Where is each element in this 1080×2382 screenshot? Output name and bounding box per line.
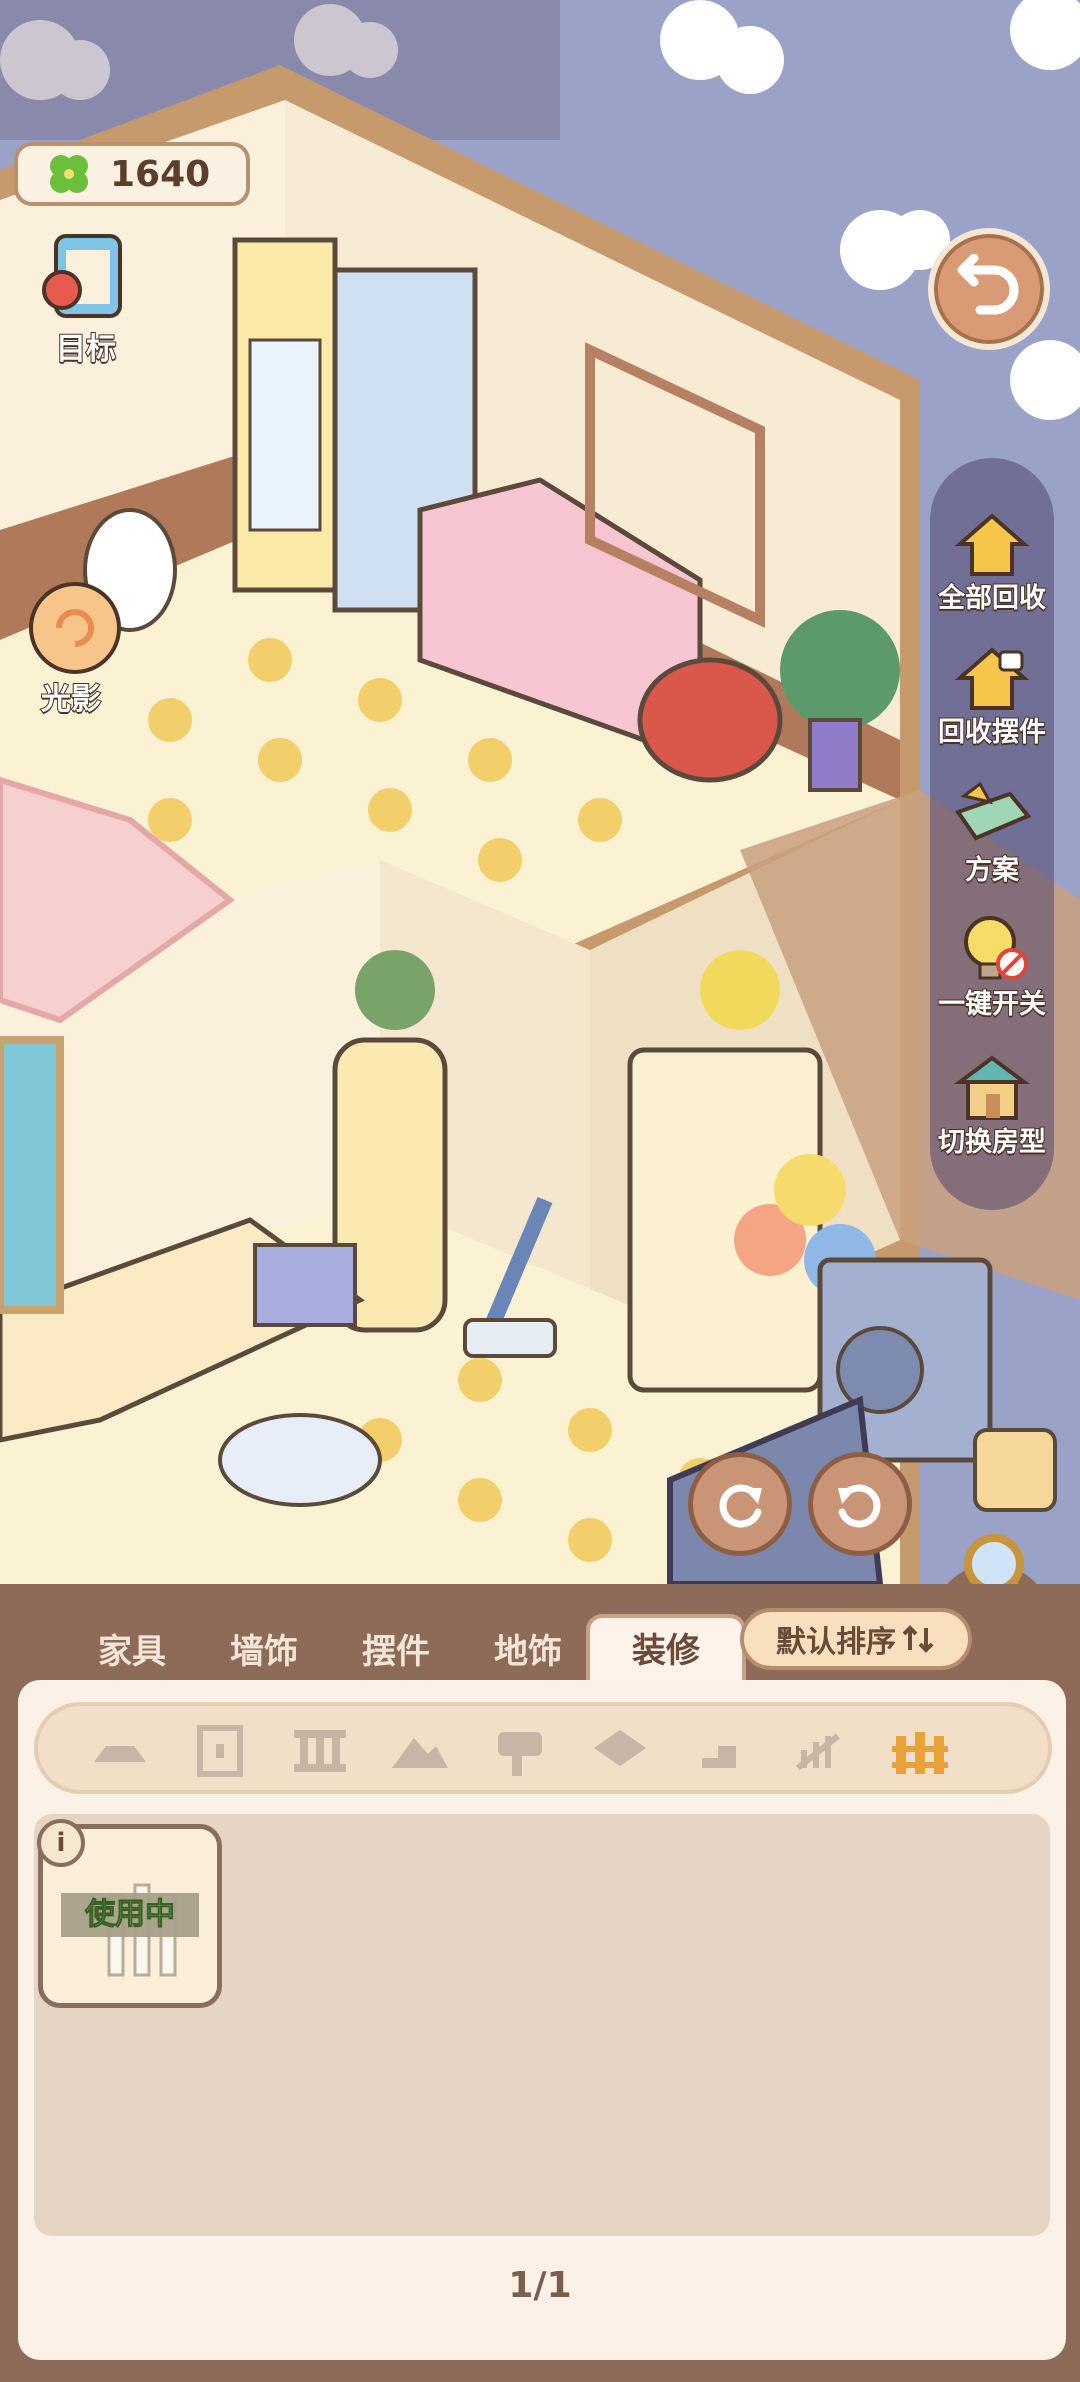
rotate-ccw-icon bbox=[719, 1484, 762, 1528]
rotate-cw-icon bbox=[838, 1484, 881, 1528]
tab-renovation[interactable]: 装修 bbox=[586, 1614, 746, 1684]
house-icon bbox=[954, 1055, 1030, 1120]
switch-house-label: 切换房型 bbox=[937, 1126, 1047, 1159]
recycle-all-icon bbox=[954, 513, 1030, 576]
floor-icon[interactable] bbox=[88, 1718, 152, 1782]
blueprint-icon bbox=[954, 781, 1032, 841]
switch-house-button[interactable]: 切换房型 bbox=[912, 1048, 1072, 1159]
items-panel bbox=[18, 1680, 1066, 2360]
roof-icon[interactable] bbox=[388, 1718, 452, 1782]
page-indicator: 1/1 bbox=[508, 2265, 572, 2306]
sort-button[interactable]: 默认排序 bbox=[740, 1608, 972, 1670]
clover-currency-display: 1640 bbox=[14, 142, 250, 206]
sort-label: 默认排序 bbox=[776, 1625, 896, 1660]
subcategory-bar bbox=[34, 1702, 1052, 1794]
clover-icon bbox=[50, 155, 88, 193]
undo-arrow-icon bbox=[957, 254, 1019, 315]
recycle-ornaments-icon bbox=[954, 647, 1030, 710]
recycle-ornaments-label: 回收摆件 bbox=[937, 716, 1047, 749]
rotate-left-button[interactable] bbox=[688, 1452, 792, 1556]
tab-floor-decor[interactable]: 地饰 bbox=[494, 1624, 562, 1673]
tab-wall-decor[interactable]: 墙饰 bbox=[230, 1624, 298, 1673]
plans-label: 方案 bbox=[964, 854, 1020, 887]
picket-fence-icon[interactable] bbox=[888, 1718, 952, 1782]
goal-clipboard-icon bbox=[42, 234, 122, 318]
lightbulb-off-icon bbox=[964, 916, 1028, 980]
rotate-right-button[interactable] bbox=[808, 1452, 912, 1556]
tab-furniture[interactable]: 家具 bbox=[98, 1624, 166, 1673]
fence-icon[interactable] bbox=[288, 1718, 352, 1782]
door-icon[interactable] bbox=[188, 1718, 252, 1782]
sort-icon bbox=[902, 1625, 934, 1653]
tab-ornaments[interactable]: 摆件 bbox=[362, 1624, 430, 1673]
light-shadow-label: 光影 bbox=[40, 681, 102, 718]
category-tabs: 家具 墙饰 摆件 地饰 装修 默认排序 bbox=[0, 1584, 1080, 1684]
plans-button[interactable]: 方案 bbox=[912, 776, 1072, 887]
item-card[interactable]: i 使用中 bbox=[37, 1819, 222, 2008]
tile-icon[interactable] bbox=[588, 1718, 652, 1782]
in-use-badge: 使用中 bbox=[61, 1893, 199, 1937]
recycle-all-label: 全部回收 bbox=[937, 582, 1047, 615]
side-menu: 全部回收 回收摆件 方案 一键开关 切换房型 bbox=[930, 458, 1054, 1210]
one-key-switch-label: 一键开关 bbox=[937, 988, 1047, 1021]
light-shadow-button[interactable]: 光影 bbox=[8, 582, 134, 718]
clover-count: 1640 bbox=[110, 153, 211, 195]
recycle-all-button[interactable]: 全部回收 bbox=[912, 504, 1072, 615]
railing-icon[interactable] bbox=[788, 1718, 852, 1782]
light-shadow-icon bbox=[29, 582, 121, 674]
mailbox-icon[interactable] bbox=[488, 1718, 552, 1782]
goal-button[interactable]: 目标 bbox=[28, 228, 144, 368]
back-button[interactable] bbox=[928, 228, 1050, 350]
goal-label: 目标 bbox=[55, 331, 117, 368]
recycle-ornaments-button[interactable]: 回收摆件 bbox=[912, 638, 1072, 749]
item-info-button[interactable]: i bbox=[37, 1819, 85, 1867]
step-icon[interactable] bbox=[688, 1718, 752, 1782]
one-key-switch-button[interactable]: 一键开关 bbox=[912, 910, 1072, 1021]
